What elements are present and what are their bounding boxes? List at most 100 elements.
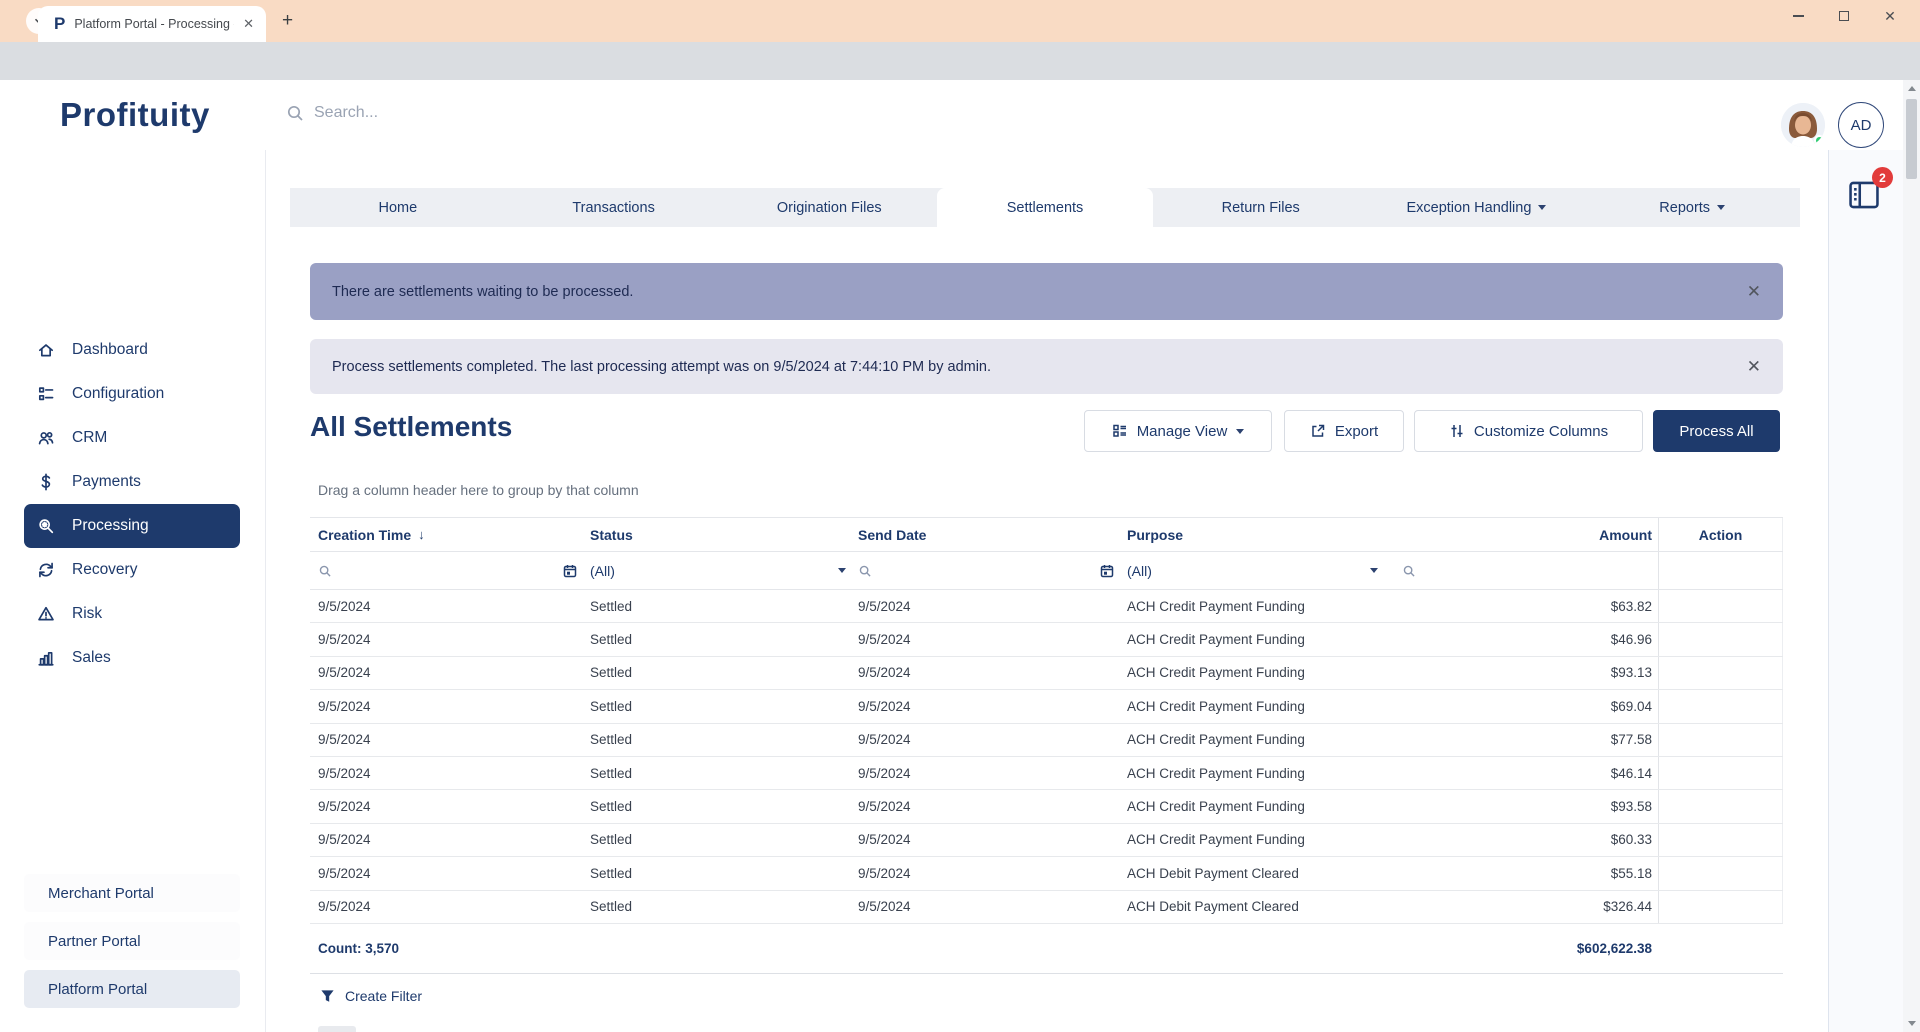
cell-send-date: 9/5/2024 (850, 824, 1119, 856)
row-count: Count: 3,570 (310, 924, 582, 973)
sort-descending-icon: ↓ (418, 527, 425, 542)
tab-reports[interactable]: Reports (1584, 188, 1800, 227)
sidebar-item-label: Sales (72, 649, 111, 667)
account-initials-avatar[interactable]: AD (1838, 102, 1884, 148)
recovery-icon (37, 561, 55, 579)
column-header-status[interactable]: Status (582, 518, 850, 551)
calendar-icon[interactable] (562, 563, 578, 579)
process-all-button[interactable]: Process All (1653, 410, 1780, 452)
sidebar-item-dashboard[interactable]: Dashboard (24, 328, 240, 372)
column-header-amount[interactable]: Amount (1382, 518, 1658, 551)
tab-home[interactable]: Home (290, 188, 506, 227)
sidebar-item-crm[interactable]: CRM (24, 416, 240, 460)
risk-icon (37, 605, 55, 623)
table-row[interactable]: 9/5/2024Settled9/5/2024ACH Credit Paymen… (310, 824, 1783, 857)
tab-transactions[interactable]: Transactions (506, 188, 722, 227)
chevron-down-icon (838, 568, 846, 573)
table-row[interactable]: 9/5/2024Settled9/5/2024ACH Credit Paymen… (310, 657, 1783, 690)
cell-creation-time: 9/5/2024 (310, 891, 582, 923)
tab-settlements[interactable]: Settlements (937, 188, 1153, 227)
portal-button-merchant-portal[interactable]: Merchant Portal (24, 874, 240, 912)
column-header-send-date[interactable]: Send Date (850, 518, 1119, 551)
table-row[interactable]: 9/5/2024Settled9/5/2024ACH Credit Paymen… (310, 790, 1783, 823)
sidebar-item-risk[interactable]: Risk (24, 592, 240, 636)
cell-amount: $46.96 (1382, 623, 1658, 655)
create-filter-button[interactable]: Create Filter (320, 988, 422, 1004)
scrollbar-down-arrow[interactable] (1903, 1015, 1920, 1032)
cell-action (1658, 590, 1783, 622)
sidebar-item-label: Processing (72, 517, 149, 535)
cell-status: Settled (582, 657, 850, 689)
column-header-creation-time[interactable]: Creation Time ↓ (310, 518, 582, 551)
tab-exception-handling[interactable]: Exception Handling (1369, 188, 1585, 227)
search-icon (858, 564, 872, 578)
column-header-label: Creation Time (318, 527, 411, 543)
tab-origination-files[interactable]: Origination Files (721, 188, 937, 227)
tab-label: Transactions (572, 200, 654, 216)
portal-tab-bar: Home Transactions Origination FilesSettlem… (290, 188, 1800, 227)
new-tab-button[interactable]: + (282, 11, 293, 31)
portal-button-partner-portal[interactable]: Partner Portal (24, 922, 240, 960)
close-icon[interactable]: ✕ (1747, 282, 1761, 302)
table-header-row: Creation Time ↓ StatusSend DatePurposeAmou… (310, 517, 1783, 552)
export-button[interactable]: Export (1284, 410, 1404, 452)
close-icon[interactable]: ✕ (1747, 357, 1761, 377)
sidebar-item-payments[interactable]: Payments (24, 460, 240, 504)
chevron-down-icon (1370, 568, 1378, 573)
process-all-label: Process All (1679, 423, 1753, 440)
window-minimize-button[interactable] (1778, 0, 1818, 32)
table-row[interactable]: 9/5/2024Settled9/5/2024ACH Credit Paymen… (310, 590, 1783, 623)
amount-filter[interactable] (1382, 552, 1658, 589)
portal-button-platform-portal[interactable]: Platform Portal (24, 970, 240, 1008)
settlements-table: Creation Time ↓ StatusSend DatePurposeAmou… (310, 517, 1783, 974)
export-icon (1310, 423, 1326, 439)
table-row[interactable]: 9/5/2024Settled9/5/2024ACH Credit Paymen… (310, 623, 1783, 656)
cell-creation-time: 9/5/2024 (310, 790, 582, 822)
total-amount: $602,622.38 (1382, 924, 1658, 973)
creation-time-filter[interactable] (310, 552, 582, 589)
send-date-filter[interactable] (850, 552, 1119, 589)
table-row[interactable]: 9/5/2024Settled9/5/2024ACH Credit Paymen… (310, 724, 1783, 757)
calendar-icon[interactable] (1099, 563, 1115, 579)
sidebar-item-sales[interactable]: Sales (24, 636, 240, 680)
scrollbar-thumb[interactable] (1906, 99, 1917, 179)
app-logo[interactable]: Profituity (60, 96, 210, 134)
cell-send-date: 9/5/2024 (850, 891, 1119, 923)
column-header-purpose[interactable]: Purpose (1119, 518, 1382, 551)
action-filter-cell (1658, 552, 1783, 589)
page-scrollbar[interactable] (1903, 80, 1920, 1032)
tab-close-icon[interactable]: ✕ (241, 14, 256, 34)
online-status-dot (1814, 135, 1825, 146)
table-row[interactable]: 9/5/2024Settled9/5/2024ACH Credit Paymen… (310, 757, 1783, 790)
table-row[interactable]: 9/5/2024Settled9/5/2024ACH Credit Paymen… (310, 690, 1783, 723)
sidebar-item-processing[interactable]: Processing (24, 504, 240, 548)
sidebar-item-recovery[interactable]: Recovery (24, 548, 240, 592)
info-banner: Process settlements completed. The last … (310, 339, 1783, 394)
manage-view-button[interactable]: Manage View (1084, 410, 1272, 452)
customize-columns-label: Customize Columns (1474, 423, 1608, 440)
info-banner-text: Process settlements completed. The last … (332, 359, 991, 375)
cell-status: Settled (582, 790, 850, 822)
cell-send-date: 9/5/2024 (850, 724, 1119, 756)
window-maximize-button[interactable] (1824, 0, 1864, 32)
table-row[interactable]: 9/5/2024Settled9/5/2024ACH Debit Payment… (310, 857, 1783, 890)
cell-send-date: 9/5/2024 (850, 857, 1119, 889)
window-close-button[interactable]: ✕ (1870, 0, 1910, 32)
sidebar-item-configuration[interactable]: Configuration (24, 372, 240, 416)
global-search-input[interactable]: Search... (285, 103, 378, 123)
chevron-down-icon (1236, 429, 1244, 434)
table-row[interactable]: 9/5/2024Settled9/5/2024ACH Debit Payment… (310, 891, 1783, 924)
status-filter-dropdown[interactable]: (All) (582, 552, 850, 589)
purpose-filter-dropdown[interactable]: (All) (1119, 552, 1382, 589)
cell-status: Settled (582, 690, 850, 722)
browser-tab[interactable]: P Platform Portal - Processing - S ✕ (38, 6, 266, 42)
search-placeholder: Search... (314, 104, 378, 122)
sidebar-item-label: CRM (72, 429, 107, 447)
user-avatar[interactable] (1781, 103, 1825, 147)
tab-label: Exception Handling (1406, 200, 1531, 216)
cell-amount: $63.82 (1382, 590, 1658, 622)
scrollbar-up-arrow[interactable] (1903, 80, 1920, 97)
customize-columns-button[interactable]: Customize Columns (1414, 410, 1643, 452)
tab-return-files[interactable]: Return Files (1153, 188, 1369, 227)
cell-creation-time: 9/5/2024 (310, 623, 582, 655)
